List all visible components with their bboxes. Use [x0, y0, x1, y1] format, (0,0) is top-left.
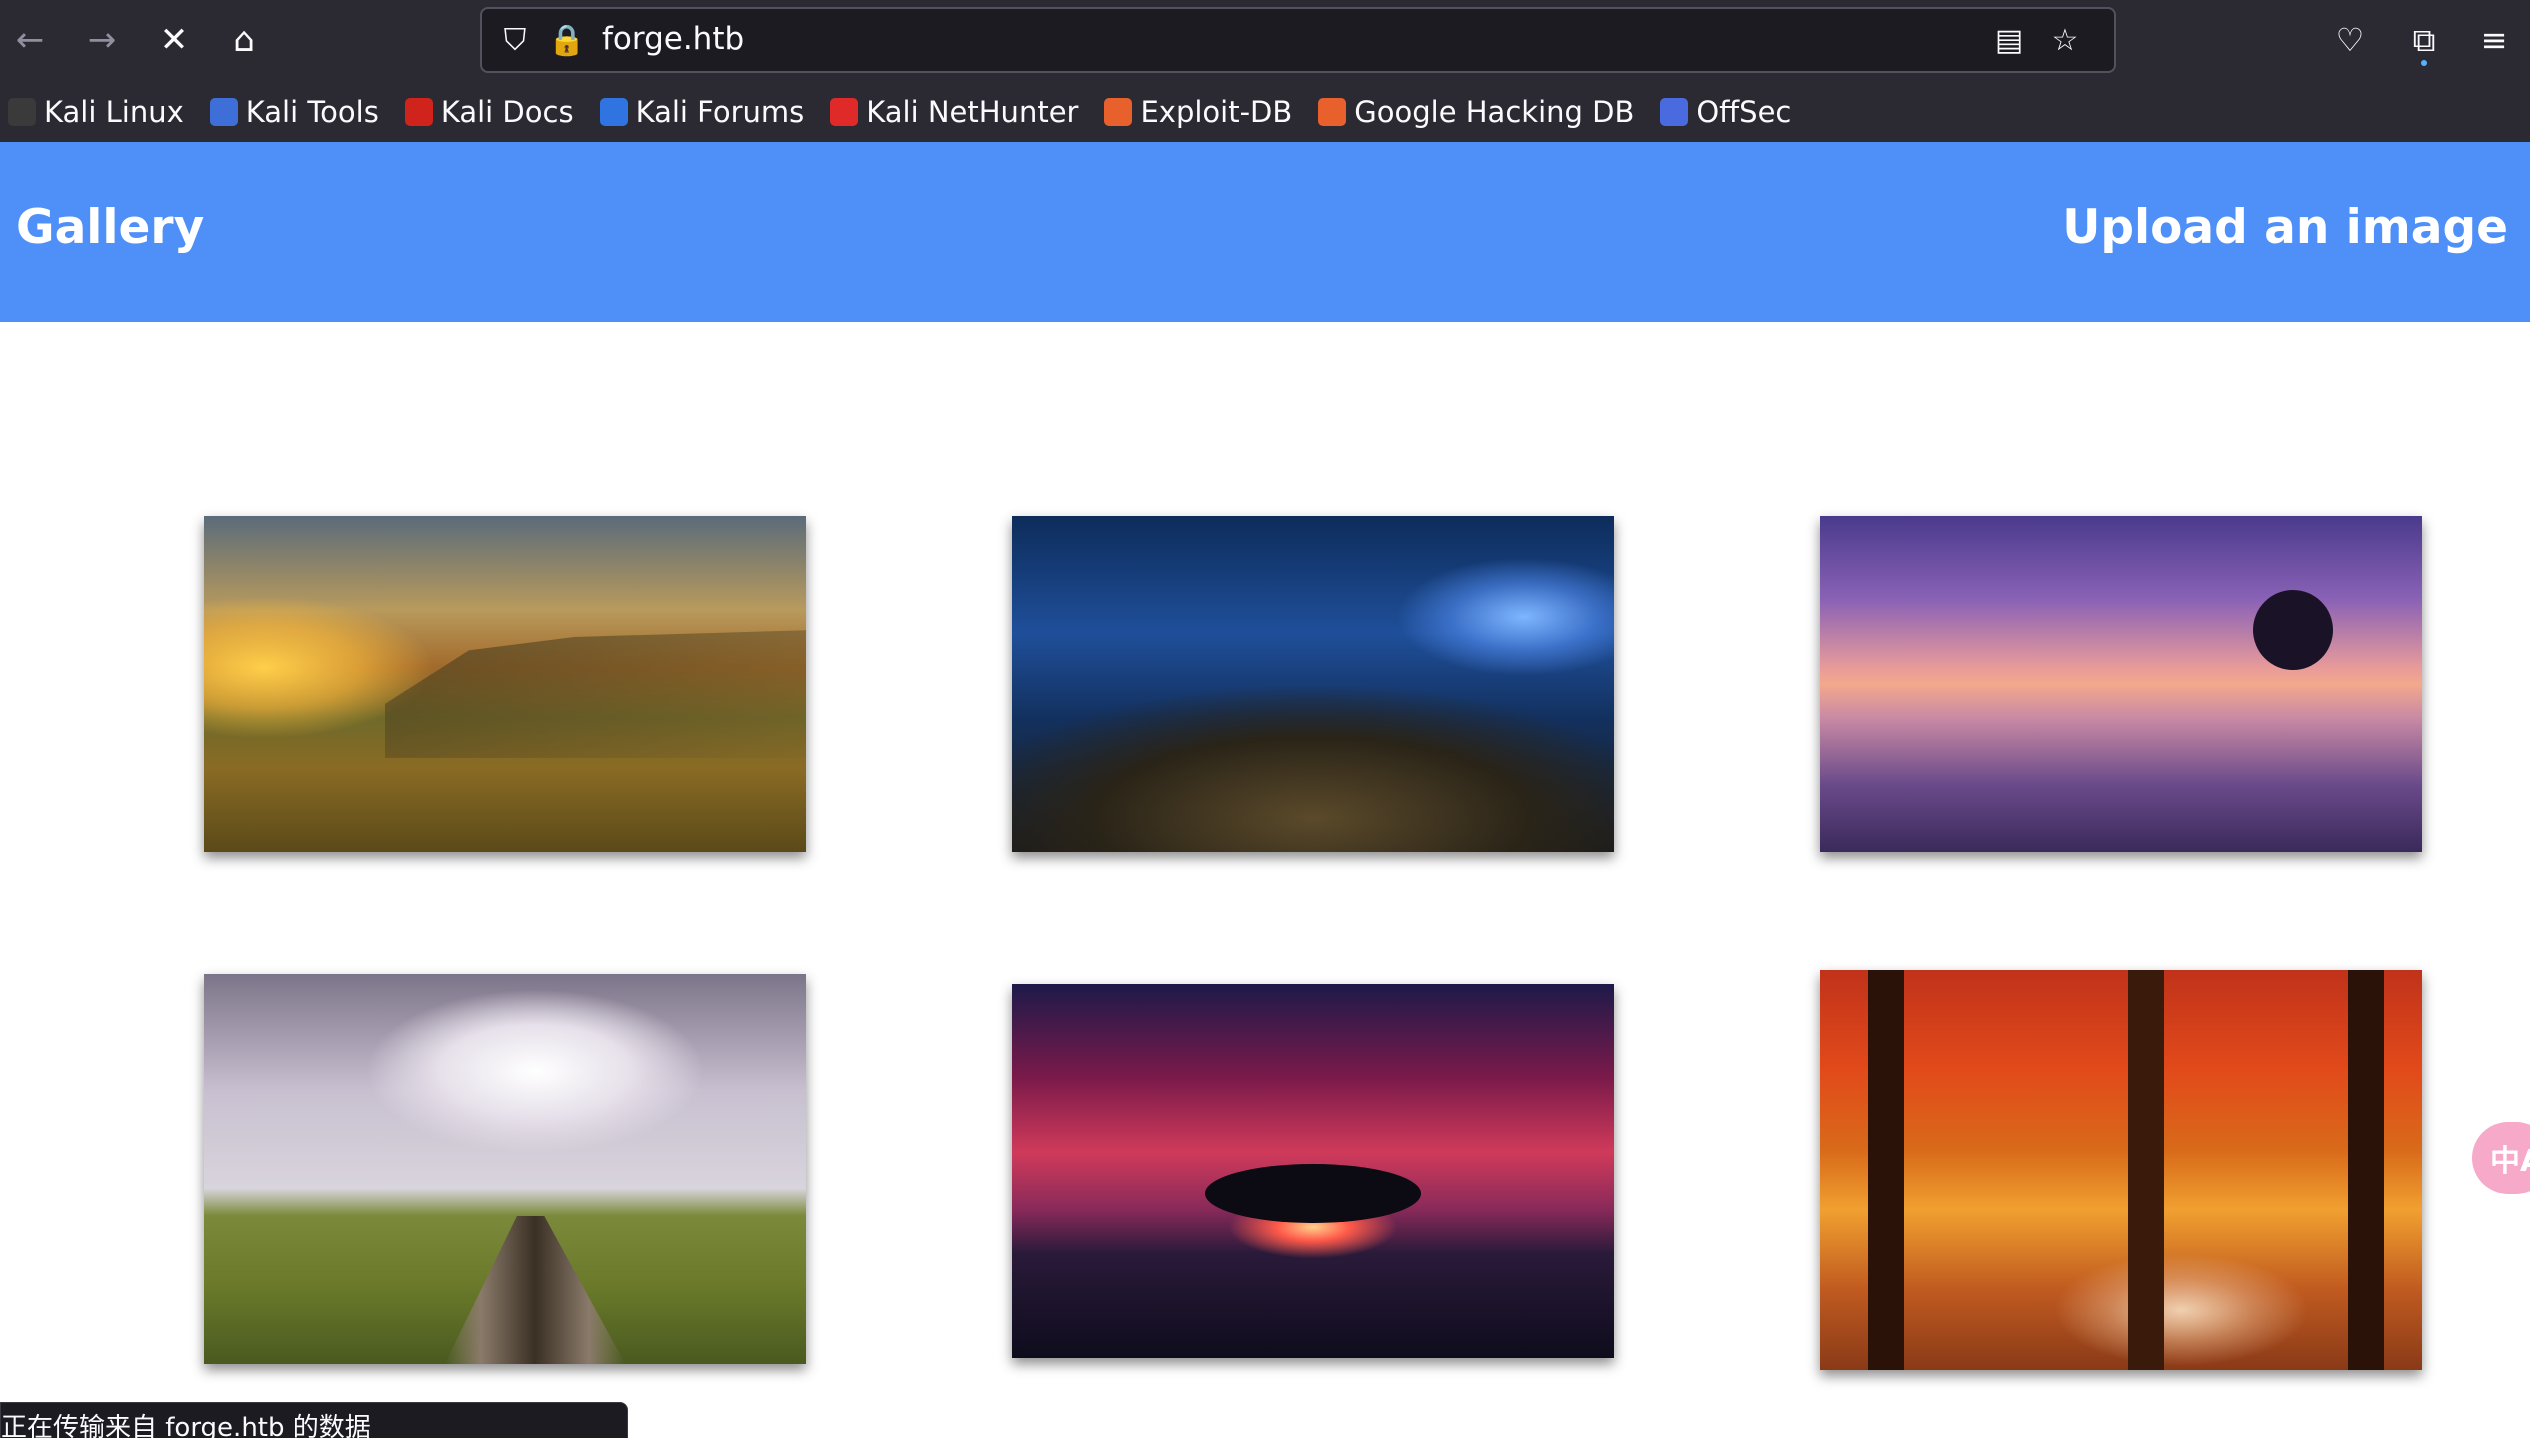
translate-icon[interactable]: 中A [2472, 1122, 2530, 1194]
forward-icon[interactable]: → [76, 14, 128, 66]
kali-dragon-icon [8, 98, 36, 126]
bookmark-kali-linux[interactable]: Kali Linux [8, 95, 184, 129]
bookmark-label: Kali Docs [440, 95, 574, 129]
bookmark-kali-forums[interactable]: Kali Forums [599, 95, 805, 129]
extensions-icon[interactable]: ⧉ [2398, 14, 2450, 66]
bookmark-label: OffSec [1696, 95, 1792, 129]
gallery-image-autumn-forest-path[interactable] [1820, 970, 2422, 1370]
bookmark-google-hacking-db[interactable]: Google Hacking DB [1318, 95, 1634, 129]
bookmark-kali-tools[interactable]: Kali Tools [209, 95, 379, 129]
bookmark-star-icon[interactable]: ☆ [2042, 17, 2088, 63]
bookmark-label: Kali Forums [635, 95, 805, 129]
bookmark-label: Google Hacking DB [1354, 95, 1635, 129]
exploit-db-icon [1104, 98, 1133, 126]
gallery-image-tree-red-sky[interactable] [1012, 984, 1614, 1358]
menu-icon[interactable]: ≡ [2468, 14, 2520, 66]
pocket-icon[interactable]: ♡ [2324, 14, 2376, 66]
page-title: Gallery [16, 200, 205, 255]
url-text[interactable]: forge.htb [602, 21, 744, 57]
gallery-image-blue-butterflies[interactable] [1012, 516, 1614, 852]
lock-icon[interactable]: 🔒 [544, 17, 590, 63]
home-icon[interactable]: ⌂ [218, 14, 270, 66]
reader-view-icon[interactable]: ▤ [1986, 17, 2032, 63]
browser-chrome: ← → ✕ ⌂ ⛉ 🔒 forge.htb ▤ ☆ ♡ ⧉ ≡ Kali Lin… [0, 0, 2530, 142]
bookmarks-toolbar: Kali Linux Kali Tools Kali Docs Kali For… [0, 88, 2530, 136]
bookmark-label: Kali Linux [44, 95, 184, 129]
extension-notification-dot [2421, 60, 2427, 66]
site-header: Gallery Upload an image [0, 142, 2530, 322]
gallery-image-mountain-sunset[interactable] [204, 516, 806, 852]
shield-icon[interactable]: ⛉ [492, 17, 538, 63]
bookmark-offsec[interactable]: OffSec [1660, 95, 1791, 129]
kali-forums-icon [599, 98, 628, 126]
bookmark-exploit-db[interactable]: Exploit-DB [1104, 95, 1292, 129]
gallery-image-lake-tree-sunset[interactable] [1820, 516, 2422, 852]
offsec-icon [1660, 98, 1689, 126]
kali-docs-icon [404, 98, 433, 126]
browser-toolbar: ← → ✕ ⌂ ⛉ 🔒 forge.htb ▤ ☆ ♡ ⧉ ≡ [0, 0, 2530, 82]
status-bar: 正在传输来自 forge.htb 的数据 [0, 1402, 628, 1438]
nethunter-icon [830, 98, 859, 126]
address-bar[interactable]: ⛉ 🔒 forge.htb ▤ ☆ [480, 7, 2116, 73]
gallery-image-railway-field[interactable] [204, 974, 806, 1364]
kali-tools-icon [209, 98, 238, 126]
back-icon[interactable]: ← [4, 14, 56, 66]
stop-icon[interactable]: ✕ [148, 14, 200, 66]
ghdb-icon [1318, 98, 1347, 126]
bookmark-kali-docs[interactable]: Kali Docs [404, 95, 574, 129]
upload-image-link[interactable]: Upload an image [2062, 200, 2508, 255]
bookmark-label: Kali NetHunter [866, 95, 1079, 129]
bookmark-label: Exploit-DB [1140, 95, 1293, 129]
bookmark-label: Kali Tools [245, 95, 379, 129]
bookmark-kali-nethunter[interactable]: Kali NetHunter [830, 95, 1078, 129]
